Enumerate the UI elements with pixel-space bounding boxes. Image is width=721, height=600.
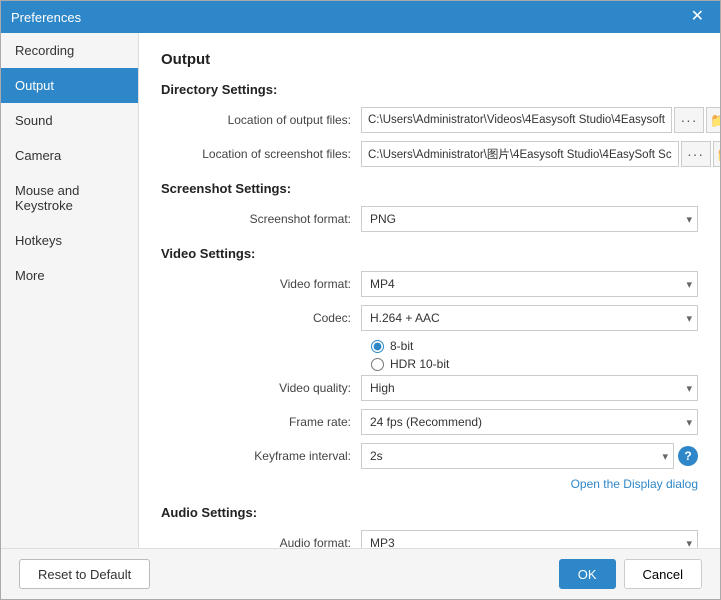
- preferences-window: Preferences ✕ Recording Output Sound Cam…: [0, 0, 721, 600]
- screenshot-format-label: Screenshot format:: [161, 212, 361, 226]
- video-format-select[interactable]: MP4 MOV AVI MKV WMV: [361, 271, 698, 297]
- audio-section-title: Audio Settings:: [161, 505, 698, 520]
- screenshot-section-title: Screenshot Settings:: [161, 181, 698, 196]
- directory-section-title: Directory Settings:: [161, 82, 698, 97]
- bit8-row: 8-bit: [371, 339, 698, 353]
- bit8-label[interactable]: 8-bit: [390, 339, 413, 353]
- audio-format-control: MP3 AAC WAV FLAC ▾: [361, 530, 698, 548]
- codec-select[interactable]: H.264 + AAC H.265 + AAC VP9: [361, 305, 698, 331]
- audio-format-row: Audio format: MP3 AAC WAV FLAC ▾: [161, 530, 698, 548]
- output-files-dots-button[interactable]: ···: [674, 107, 704, 133]
- output-files-row: Location of output files: C:\Users\Admin…: [161, 107, 698, 133]
- video-quality-label: Video quality:: [161, 381, 361, 395]
- video-section-title: Video Settings:: [161, 246, 698, 261]
- audio-format-label: Audio format:: [161, 536, 361, 548]
- keyframe-control: 2s 1s 4s 6s ▾ ?: [361, 443, 698, 469]
- frame-rate-row: Frame rate: 24 fps (Recommend) 30 fps 60…: [161, 409, 698, 435]
- sidebar-item-recording[interactable]: Recording: [1, 33, 138, 68]
- window-title: Preferences: [11, 10, 81, 25]
- output-files-control: C:\Users\Administrator\Videos\4Easysoft …: [361, 107, 720, 133]
- output-files-label: Location of output files:: [161, 113, 361, 127]
- sidebar-item-more[interactable]: More: [1, 258, 138, 293]
- screenshot-files-path: C:\Users\Administrator\图片\4Easysoft Stud…: [361, 141, 679, 167]
- video-quality-select[interactable]: High Medium Low Lossless: [361, 375, 698, 401]
- output-files-folder-button[interactable]: 📁: [706, 107, 720, 133]
- main-panel: Output Directory Settings: Location of o…: [139, 33, 720, 548]
- keyframe-inner: 2s 1s 4s 6s ▾ ?: [361, 443, 698, 469]
- output-files-path: C:\Users\Administrator\Videos\4Easysoft …: [361, 107, 672, 133]
- sidebar-item-output[interactable]: Output: [1, 68, 138, 103]
- screenshot-format-row: Screenshot format: PNG JPG BMP GIF TIFF …: [161, 206, 698, 232]
- content-area: Recording Output Sound Camera Mouse and …: [1, 33, 720, 548]
- audio-format-select[interactable]: MP3 AAC WAV FLAC: [361, 530, 698, 548]
- keyframe-row: Keyframe interval: 2s 1s 4s 6s ▾ ?: [161, 443, 698, 469]
- footer: Reset to Default OK Cancel: [1, 548, 720, 599]
- sidebar-item-hotkeys[interactable]: Hotkeys: [1, 223, 138, 258]
- sidebar-item-camera[interactable]: Camera: [1, 138, 138, 173]
- screenshot-files-row: Location of screenshot files: C:\Users\A…: [161, 141, 698, 167]
- frame-rate-select[interactable]: 24 fps (Recommend) 30 fps 60 fps 15 fps: [361, 409, 698, 435]
- close-button[interactable]: ✕: [685, 7, 710, 27]
- screenshot-format-select[interactable]: PNG JPG BMP GIF TIFF: [361, 206, 698, 232]
- keyframe-wrapper: 2s 1s 4s 6s ▾: [361, 443, 674, 469]
- video-format-label: Video format:: [161, 277, 361, 291]
- keyframe-label: Keyframe interval:: [161, 449, 361, 463]
- codec-row: Codec: H.264 + AAC H.265 + AAC VP9 ▾: [161, 305, 698, 331]
- codec-label: Codec:: [161, 311, 361, 325]
- cancel-button[interactable]: Cancel: [624, 559, 702, 589]
- screenshot-files-label: Location of screenshot files:: [161, 147, 361, 161]
- page-title: Output: [161, 51, 698, 68]
- video-format-row: Video format: MP4 MOV AVI MKV WMV ▾: [161, 271, 698, 297]
- hdr-row: HDR 10-bit: [371, 357, 698, 371]
- frame-rate-control: 24 fps (Recommend) 30 fps 60 fps 15 fps …: [361, 409, 698, 435]
- sidebar: Recording Output Sound Camera Mouse and …: [1, 33, 139, 548]
- open-display-link[interactable]: Open the Display dialog: [161, 477, 698, 491]
- video-format-control: MP4 MOV AVI MKV WMV ▾: [361, 271, 698, 297]
- codec-wrapper: H.264 + AAC H.265 + AAC VP9 ▾: [361, 305, 698, 331]
- sidebar-item-mouse-keystroke[interactable]: Mouse and Keystroke: [1, 173, 138, 223]
- frame-rate-wrapper: 24 fps (Recommend) 30 fps 60 fps 15 fps …: [361, 409, 698, 435]
- screenshot-files-dots-button[interactable]: ···: [681, 141, 711, 167]
- screenshot-format-wrapper: PNG JPG BMP GIF TIFF ▾: [361, 206, 698, 232]
- audio-format-wrapper: MP3 AAC WAV FLAC ▾: [361, 530, 698, 548]
- reset-button[interactable]: Reset to Default: [19, 559, 150, 589]
- keyframe-select[interactable]: 2s 1s 4s 6s: [361, 443, 674, 469]
- footer-right: OK Cancel: [559, 559, 702, 589]
- screenshot-files-control: C:\Users\Administrator\图片\4Easysoft Stud…: [361, 141, 720, 167]
- hdr-radio[interactable]: [371, 358, 384, 371]
- title-bar: Preferences ✕: [1, 1, 720, 33]
- ok-button[interactable]: OK: [559, 559, 616, 589]
- screenshot-files-folder-button[interactable]: 📁: [713, 141, 720, 167]
- frame-rate-label: Frame rate:: [161, 415, 361, 429]
- video-quality-wrapper: High Medium Low Lossless ▾: [361, 375, 698, 401]
- bit8-radio[interactable]: [371, 340, 384, 353]
- screenshot-format-control: PNG JPG BMP GIF TIFF ▾: [361, 206, 698, 232]
- sidebar-item-sound[interactable]: Sound: [1, 103, 138, 138]
- hdr-label[interactable]: HDR 10-bit: [390, 357, 449, 371]
- video-quality-row: Video quality: High Medium Low Lossless …: [161, 375, 698, 401]
- codec-control: H.264 + AAC H.265 + AAC VP9 ▾: [361, 305, 698, 331]
- keyframe-help-button[interactable]: ?: [678, 446, 698, 466]
- video-quality-control: High Medium Low Lossless ▾: [361, 375, 698, 401]
- video-format-wrapper: MP4 MOV AVI MKV WMV ▾: [361, 271, 698, 297]
